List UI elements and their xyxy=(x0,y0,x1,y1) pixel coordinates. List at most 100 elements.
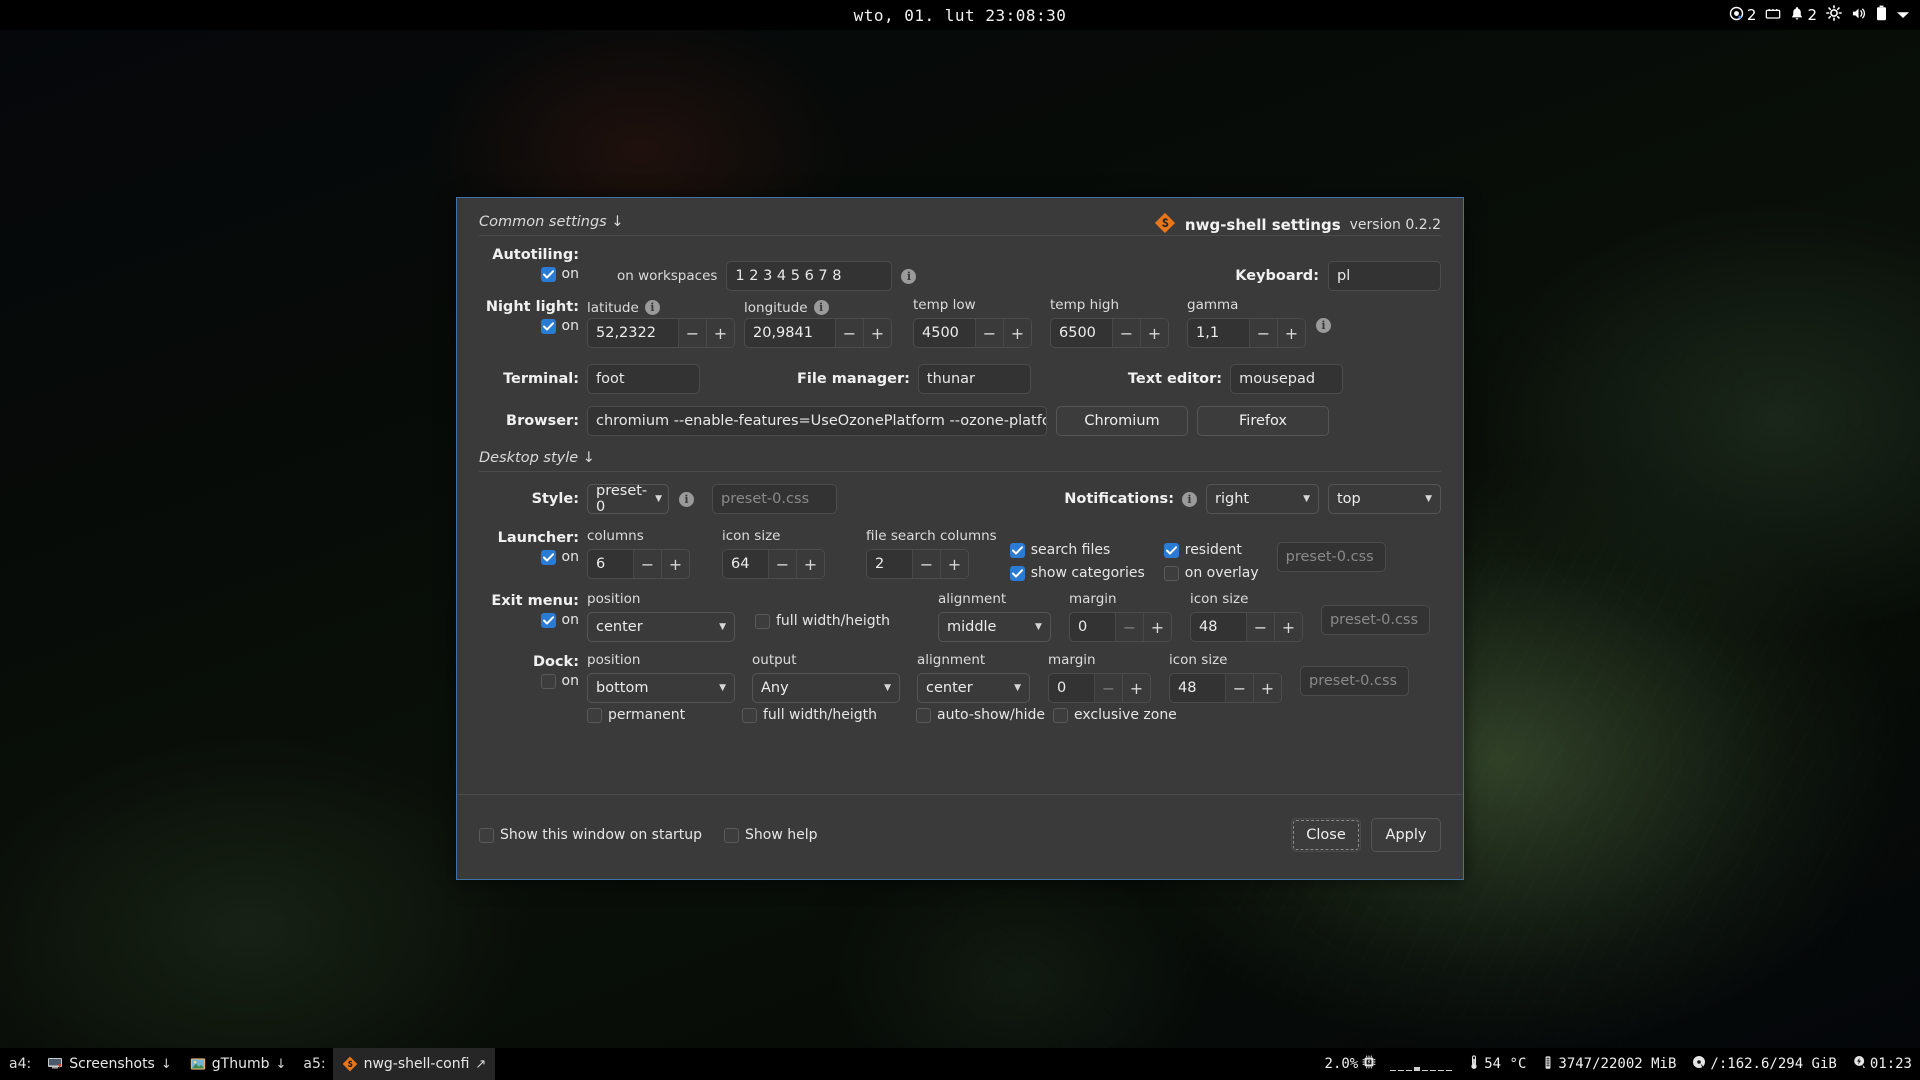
cpu-status[interactable]: 2.0% xyxy=(1325,1055,1453,1073)
notifications-vertical-dropdown[interactable]: top ▼ xyxy=(1328,484,1441,514)
exit-menu-margin-spinner[interactable]: 0 − + xyxy=(1069,612,1172,642)
temp-high-decrement-button[interactable]: − xyxy=(1112,319,1140,347)
longitude-increment-button[interactable]: + xyxy=(863,319,891,347)
gamma-decrement-button[interactable]: − xyxy=(1249,319,1277,347)
latitude-decrement-button[interactable]: − xyxy=(678,319,706,347)
info-icon[interactable]: i xyxy=(1316,318,1331,333)
latitude-value: 52,2322 xyxy=(588,319,678,347)
exit-menu-alignment-dropdown[interactable]: middle ▼ xyxy=(938,612,1051,642)
show-help-checkbox[interactable]: Show help xyxy=(724,827,818,843)
style-css-input[interactable]: preset-0.css xyxy=(712,484,837,514)
on-overlay-checkbox[interactable]: on overlay xyxy=(1164,565,1259,581)
temp-high-spinner[interactable]: 6500 − + xyxy=(1050,318,1169,348)
show-categories-checkbox[interactable]: show categories xyxy=(1010,565,1145,581)
launcher-on-checkbox[interactable]: on xyxy=(541,549,579,565)
exit-menu-margin-increment-button[interactable]: + xyxy=(1143,613,1171,641)
memory-status[interactable]: 3747/22002 MiB xyxy=(1542,1055,1676,1074)
workspace-tag-a4[interactable]: a4: xyxy=(7,1056,38,1072)
dock-icon-size-spinner[interactable]: 48 − + xyxy=(1169,673,1282,703)
tray-expand-button[interactable] xyxy=(1896,6,1910,24)
temp-high-increment-button[interactable]: + xyxy=(1140,319,1168,347)
workspaces-input[interactable]: 1 2 3 4 5 6 7 8 xyxy=(726,261,892,291)
dock-position-dropdown[interactable]: bottom ▼ xyxy=(587,673,735,703)
battery-indicator[interactable] xyxy=(1876,5,1887,25)
updates-indicator[interactable]: 2 xyxy=(1729,6,1757,25)
dock-output-dropdown[interactable]: Any ▼ xyxy=(752,673,900,703)
dock-exclusive-zone-checkbox[interactable]: exclusive zone xyxy=(1053,707,1177,723)
chevron-down-icon: ▼ xyxy=(1035,622,1042,632)
file-search-columns-spinner[interactable]: 2 − + xyxy=(866,549,969,579)
keyboard-input[interactable]: pl xyxy=(1328,261,1441,291)
latitude-increment-button[interactable]: + xyxy=(706,319,734,347)
firefox-button[interactable]: Firefox xyxy=(1197,406,1329,436)
info-icon[interactable]: i xyxy=(679,492,694,507)
notifications-horizontal-dropdown[interactable]: right ▼ xyxy=(1206,484,1319,514)
gamma-increment-button[interactable]: + xyxy=(1277,319,1305,347)
network-indicator[interactable] xyxy=(1765,6,1781,25)
temperature-status[interactable]: 54 °C xyxy=(1468,1055,1526,1074)
dock-permanent-checkbox[interactable]: permanent xyxy=(587,707,693,723)
longitude-spinner[interactable]: 20,9841 − + xyxy=(744,318,892,348)
gamma-spinner[interactable]: 1,1 − + xyxy=(1187,318,1306,348)
dock-css-input[interactable]: preset-0.css xyxy=(1300,666,1409,696)
apply-button[interactable]: Apply xyxy=(1371,818,1441,852)
resident-checkbox[interactable]: resident xyxy=(1164,542,1259,558)
task-button-gthumb[interactable]: gThumb ↓ xyxy=(181,1048,296,1080)
exit-menu-icon-size-decrement-button[interactable]: − xyxy=(1246,613,1274,641)
dock-icon-size-increment-button[interactable]: + xyxy=(1253,674,1281,702)
dock-margin-decrement-button[interactable]: − xyxy=(1094,674,1122,702)
dock-auto-show-checkbox[interactable]: auto-show/hide xyxy=(916,707,1050,723)
dock-margin-increment-button[interactable]: + xyxy=(1122,674,1150,702)
night-light-on-checkbox[interactable]: on xyxy=(541,318,579,334)
launcher-icon-size-decrement-button[interactable]: − xyxy=(768,550,796,578)
dock-margin-spinner[interactable]: 0 − + xyxy=(1048,673,1151,703)
task-button-nwg-shell-config[interactable]: nwg-shell-confi ↗ xyxy=(333,1048,496,1080)
nwg-shell-logo-icon xyxy=(1154,212,1176,238)
exit-menu-full-width-checkbox[interactable]: full width/heigth xyxy=(755,613,890,629)
autotiling-on-checkbox[interactable]: on xyxy=(541,266,579,282)
exit-menu-position-dropdown[interactable]: center ▼ xyxy=(587,612,735,642)
volume-indicator[interactable] xyxy=(1851,6,1867,25)
dock-on-checkbox[interactable]: on xyxy=(541,673,579,689)
dock-icon-size-decrement-button[interactable]: − xyxy=(1225,674,1253,702)
latitude-spinner[interactable]: 52,2322 − + xyxy=(587,318,735,348)
info-icon[interactable]: i xyxy=(645,300,660,315)
style-preset-dropdown[interactable]: preset-0 ▼ xyxy=(587,484,669,514)
dock-full-width-checkbox[interactable]: full width/heigth xyxy=(742,707,882,723)
exit-menu-icon-size-increment-button[interactable]: + xyxy=(1274,613,1302,641)
chromium-button[interactable]: Chromium xyxy=(1056,406,1188,436)
temp-low-spinner[interactable]: 4500 − + xyxy=(913,318,1032,348)
text-editor-input[interactable]: mousepad xyxy=(1230,364,1343,394)
close-button[interactable]: Close xyxy=(1291,818,1361,852)
temp-low-decrement-button[interactable]: − xyxy=(975,319,1003,347)
longitude-decrement-button[interactable]: − xyxy=(835,319,863,347)
launcher-columns-spinner[interactable]: 6 − + xyxy=(587,549,690,579)
launcher-icon-size-spinner[interactable]: 64 − + xyxy=(722,549,825,579)
browser-input[interactable]: chromium --enable-features=UseOzonePlatf… xyxy=(587,406,1047,436)
exit-menu-css-input[interactable]: preset-0.css xyxy=(1321,605,1430,635)
temp-low-increment-button[interactable]: + xyxy=(1003,319,1031,347)
terminal-input[interactable]: foot xyxy=(587,364,700,394)
info-icon[interactable]: i xyxy=(814,300,829,315)
show-on-startup-checkbox[interactable]: Show this window on startup xyxy=(479,827,702,843)
notifications-indicator[interactable]: 2 xyxy=(1790,6,1817,25)
battery-status[interactable]: 01:23 xyxy=(1853,1055,1912,1073)
exit-menu-icon-size-spinner[interactable]: 48 − + xyxy=(1190,612,1303,642)
workspace-tag-a5[interactable]: a5: xyxy=(295,1056,332,1072)
launcher-icon-size-increment-button[interactable]: + xyxy=(796,550,824,578)
launcher-columns-decrement-button[interactable]: − xyxy=(633,550,661,578)
file-manager-input[interactable]: thunar xyxy=(918,364,1031,394)
launcher-columns-increment-button[interactable]: + xyxy=(661,550,689,578)
exit-menu-on-checkbox[interactable]: on xyxy=(541,612,579,628)
file-search-columns-decrement-button[interactable]: − xyxy=(912,550,940,578)
launcher-css-input[interactable]: preset-0.css xyxy=(1277,542,1386,572)
brightness-indicator[interactable] xyxy=(1826,5,1842,25)
info-icon[interactable]: i xyxy=(1182,492,1197,507)
info-icon[interactable]: i xyxy=(901,269,916,284)
file-search-columns-increment-button[interactable]: + xyxy=(940,550,968,578)
exit-menu-margin-decrement-button[interactable]: − xyxy=(1115,613,1143,641)
search-files-checkbox[interactable]: search files xyxy=(1010,542,1145,558)
task-button-screenshots[interactable]: Screenshots ↓ xyxy=(38,1048,181,1080)
disk-status[interactable]: /:162.6/294 GiB xyxy=(1692,1055,1836,1073)
dock-alignment-dropdown[interactable]: center ▼ xyxy=(917,673,1030,703)
